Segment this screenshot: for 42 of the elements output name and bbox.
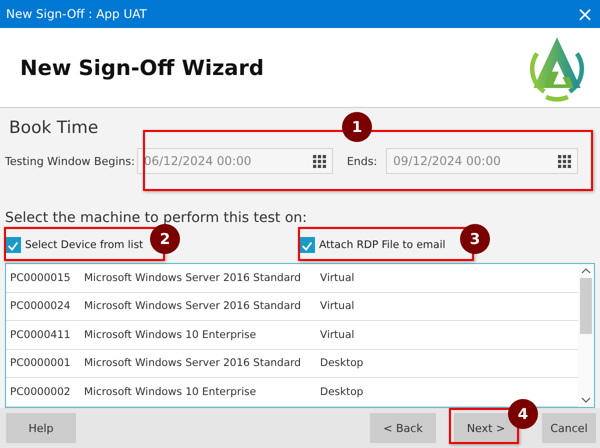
- machine-row[interactable]: PC0000024 Microsoft Windows Server 2016 Standard Virtual: [6, 292, 578, 321]
- checkbox[interactable]: [5, 237, 21, 253]
- machine-os: Microsoft Windows Server 2016 Standard: [84, 357, 302, 370]
- scrollbar[interactable]: [578, 264, 594, 407]
- checkbox-label[interactable]: Attach RDP File to email: [319, 239, 446, 251]
- wizard-title: New Sign-Off Wizard: [20, 56, 265, 80]
- calendar-icon[interactable]: [558, 154, 572, 168]
- ends-label: Ends:: [346, 154, 378, 168]
- machine-row[interactable]: PC0000001 Microsoft Windows Server 2016 Standard Desktop: [6, 350, 578, 378]
- machine-id: PC0000001: [10, 357, 72, 370]
- cancel-button[interactable]: Cancel: [542, 413, 596, 443]
- machine-id: PC0000002: [10, 386, 72, 398]
- window-title: New Sign-Off : App UAT: [6, 7, 148, 21]
- machine-row[interactable]: PC0000411 Microsoft Windows 10 Enterprise Virtual: [6, 321, 578, 350]
- machine-id: PC0000411: [10, 328, 72, 341]
- calendar-icon[interactable]: [312, 154, 326, 168]
- machine-row[interactable]: PC0000015 Microsoft Windows Server 2016 Standard Virtual: [6, 264, 578, 292]
- machine-type: Virtual: [320, 328, 354, 341]
- begins-label: Testing Window Begins:: [5, 154, 135, 168]
- machine-os: Microsoft Windows 10 Enterprise: [84, 386, 258, 398]
- machine-type: Desktop: [320, 357, 364, 370]
- machine-os: Microsoft Windows Server 2016 Standard: [84, 300, 302, 312]
- machine-id: PC0000024: [10, 300, 72, 312]
- machine-os: Microsoft Windows Server 2016 Standard: [84, 272, 302, 284]
- machine-id: PC0000015: [10, 272, 72, 284]
- callout-badge: 3: [460, 224, 490, 254]
- close-button[interactable]: ×: [570, 0, 600, 28]
- callout-badge: 1: [342, 112, 372, 142]
- section-title: Book Time: [8, 118, 98, 140]
- back-button[interactable]: < Back: [370, 413, 436, 443]
- checkbox[interactable]: [299, 237, 316, 253]
- help-button[interactable]: Help: [6, 413, 76, 443]
- machine-os: Microsoft Windows 10 Enterprise: [84, 328, 258, 341]
- machine-type: Virtual: [320, 272, 354, 284]
- scroll-down-icon[interactable]: [581, 397, 591, 403]
- callout-badge: 2: [150, 224, 180, 254]
- machine-prompt: Select the machine to perform this test on:: [5, 210, 308, 227]
- machine-type: Virtual: [320, 300, 354, 312]
- next-button[interactable]: Next >: [454, 413, 518, 443]
- scroll-up-icon[interactable]: [581, 268, 591, 274]
- checkbox-label[interactable]: Select Device from list: [25, 239, 144, 251]
- machine-type: Desktop: [320, 386, 364, 398]
